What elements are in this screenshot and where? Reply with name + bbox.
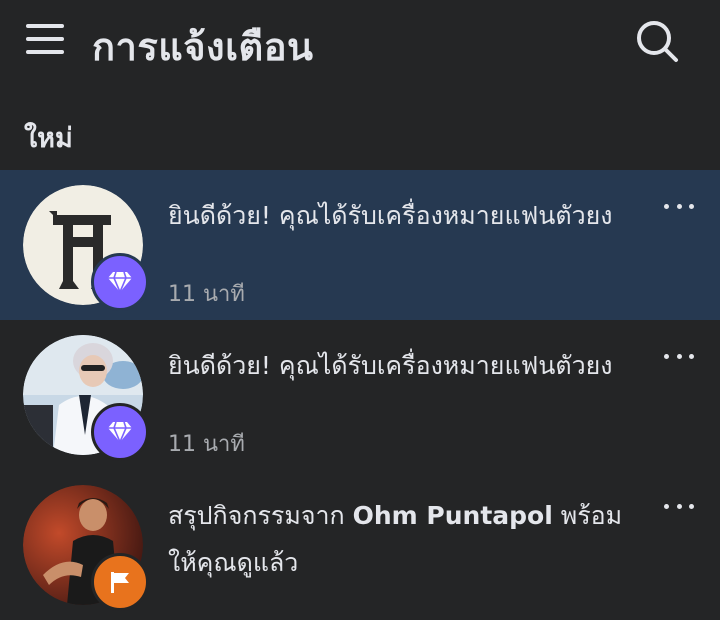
more-options-icon[interactable] (664, 196, 694, 216)
notification-item[interactable]: ยินดีด้วย! คุณได้รับเครื่องหมายแฟนตัวยง … (0, 320, 720, 470)
text-prefix: สรุปกิจกรรมจาก (168, 501, 353, 530)
notification-text: ยินดีด้วย! คุณได้รับเครื่องหมายแฟนตัวยง (168, 351, 613, 380)
avatar (23, 485, 149, 611)
badge (91, 553, 149, 611)
hamburger-menu-icon[interactable] (26, 22, 66, 56)
diamond-icon (108, 421, 132, 443)
more-options-icon[interactable] (664, 346, 694, 366)
notification-text: สรุปกิจกรรมจาก Ohm Puntapol พร้อมให้คุณด… (168, 492, 628, 586)
notification-time: 11 นาที (168, 432, 245, 457)
badge (91, 253, 149, 311)
notification-item[interactable]: สรุปกิจกรรมจาก Ohm Puntapol พร้อมให้คุณด… (0, 470, 720, 620)
badge (91, 403, 149, 461)
avatar (23, 335, 149, 461)
more-options-icon[interactable] (664, 496, 694, 516)
page-title: การแจ้งเตือน (92, 25, 314, 69)
header: การแจ้งเตือน (0, 0, 720, 90)
actor-name: Ohm Puntapol (352, 501, 553, 530)
notification-item[interactable]: ยินดีด้วย! คุณได้รับเครื่องหมายแฟนตัวยง … (0, 170, 720, 320)
notification-list: ยินดีด้วย! คุณได้รับเครื่องหมายแฟนตัวยง … (0, 170, 720, 620)
search-icon[interactable] (634, 18, 680, 64)
notification-time: 11 นาที (168, 282, 245, 307)
section-label-new: ใหม่ (24, 123, 73, 154)
avatar (23, 185, 149, 311)
notification-text: ยินดีด้วย! คุณได้รับเครื่องหมายแฟนตัวยง (168, 201, 613, 230)
diamond-icon (108, 271, 132, 293)
flag-icon (111, 572, 129, 593)
